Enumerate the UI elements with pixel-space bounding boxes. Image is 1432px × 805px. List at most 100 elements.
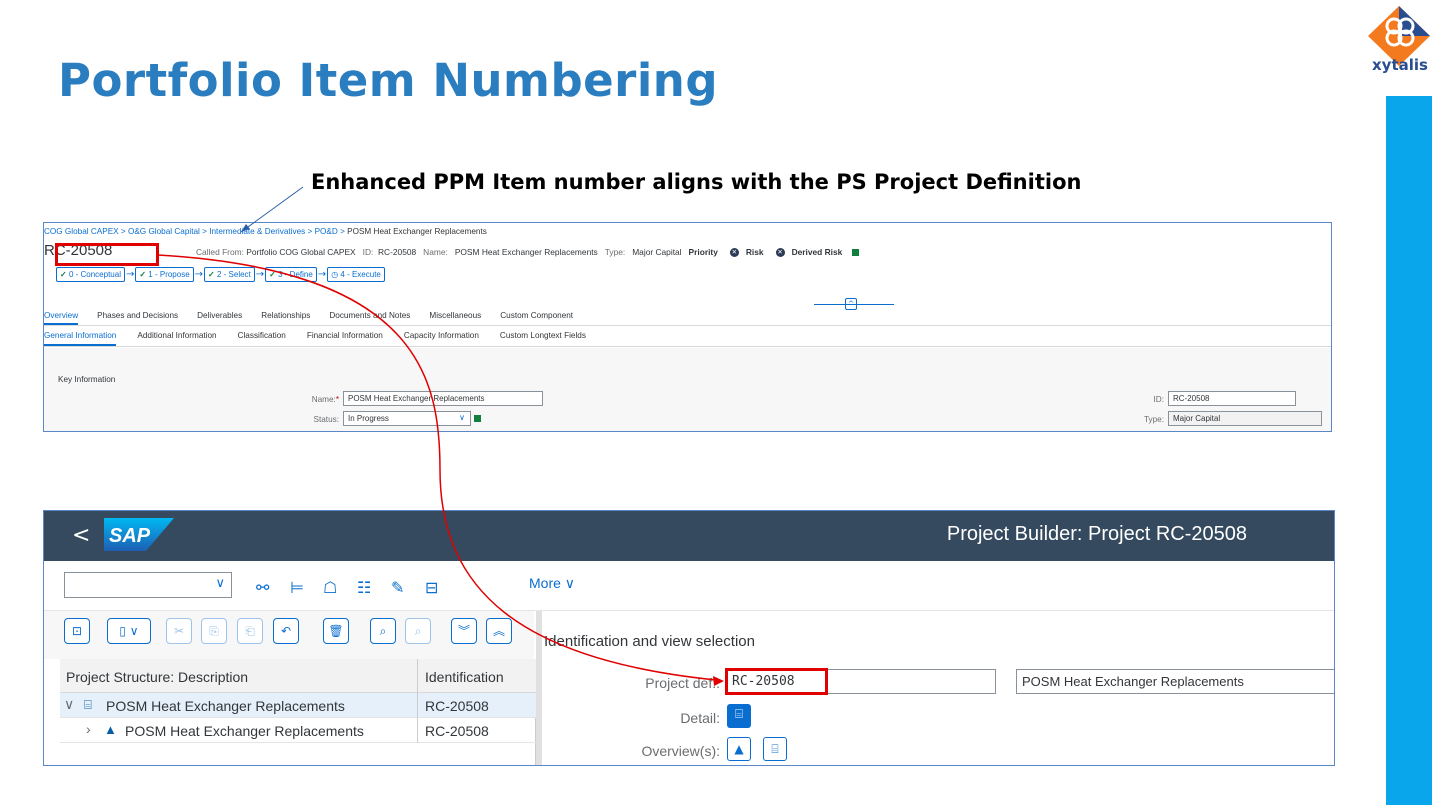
main-tab-bar: Overview Phases and Decisions Deliverabl… [44, 311, 1331, 326]
tab-overview[interactable]: Overview [44, 311, 79, 325]
column-separator [417, 659, 418, 693]
id-label: ID: [362, 247, 374, 257]
breadcrumb-current: POSM Heat Exchanger Replacements [347, 227, 487, 236]
expand-all-button[interactable]: ︾ [451, 618, 477, 644]
search-next-button[interactable]: ⌕ [405, 618, 431, 644]
tree-row-identification: RC-20508 [425, 723, 489, 739]
priority-label: Priority [688, 247, 718, 257]
phase-label: 2 - Select [216, 270, 251, 279]
collapse-all-button[interactable]: ︽ [486, 618, 512, 644]
status-field-label: Status: [313, 415, 340, 424]
command-field-dropdown[interactable]: ∨ [64, 572, 232, 598]
overview-wbs-button[interactable]: ▲ [727, 737, 751, 761]
check-icon: ✓ [269, 270, 276, 279]
check-icon: ✓ [60, 270, 67, 279]
name-field[interactable]: POSM Heat Exchanger Replacements [343, 391, 543, 406]
phase-2-button[interactable]: ✓ 2 - Select [204, 267, 255, 282]
search-button[interactable]: ⌕ [370, 618, 396, 644]
tab-miscellaneous[interactable]: Miscellaneous [429, 311, 481, 325]
tree-row-project[interactable]: ∨ ⌸ POSM Heat Exchanger Replacements RC-… [60, 693, 536, 718]
status-indicator-icon [474, 415, 481, 422]
breadcrumb-link[interactable]: PO&D [315, 227, 338, 236]
detail-heading: Identification and view selection [544, 633, 755, 650]
name-label: Name: [423, 247, 448, 257]
open-structure-button[interactable]: ⊡ [64, 618, 90, 644]
collapse-header-button[interactable]: ^ [845, 298, 857, 310]
item-header-attributes: Called From: Portfolio COG Global CAPEX … [196, 247, 860, 258]
project-description-field[interactable]: POSM Heat Exchanger Replacements [1016, 669, 1334, 694]
phase-4-button[interactable]: ◷ 4 - Execute [327, 267, 385, 282]
status-select[interactable]: In Progress ∨ [343, 411, 471, 426]
sub-tab-bar: General Information Additional Informati… [44, 331, 1331, 347]
chevron-down-icon[interactable]: ∨ [64, 696, 74, 713]
detail-pane: Identification and view selection Projec… [542, 611, 1334, 765]
tab-deliverables[interactable]: Deliverables [197, 311, 242, 325]
chevron-right-icon[interactable]: › [86, 721, 91, 737]
tab-documents-and-notes[interactable]: Documents and Notes [329, 311, 410, 325]
subtab-financial-information[interactable]: Financial Information [307, 331, 383, 346]
clock-icon: ◷ [331, 270, 339, 279]
tree-row-wbs-element[interactable]: › ▲ POSM Heat Exchanger Replacements RC-… [60, 718, 536, 743]
column-identification-header: Identification [425, 669, 504, 685]
edit-link-icon[interactable]: ⚯ [256, 578, 269, 597]
phase-1-button[interactable]: ✓ 1 - Propose [135, 267, 194, 282]
overview-label: Overview(s): [641, 743, 720, 759]
structure-icon[interactable]: ☖ [323, 578, 337, 597]
detail-project-button[interactable]: ⌸ [727, 704, 751, 728]
phase-0-button[interactable]: ✓ 0 - Conceptual [56, 267, 125, 282]
more-menu-button[interactable]: More ∨ [529, 575, 575, 592]
phase-label: 3 - Define [278, 270, 313, 279]
create-button[interactable]: ▯ ∨ [107, 618, 151, 644]
phase-3-button[interactable]: ✓ 3 - Define [265, 267, 317, 282]
breadcrumb-separator: > [118, 227, 128, 236]
breadcrumb-link[interactable]: Intermediate & Derivatives [209, 227, 305, 236]
paste-button[interactable]: ⎗ [237, 618, 263, 644]
breadcrumb-link[interactable]: O&G Global Capital [128, 227, 200, 236]
overview-icon[interactable]: ⊟ [425, 578, 438, 597]
phase-label: 0 - Conceptual [68, 270, 121, 279]
project-definition-icon: ⌸ [771, 742, 779, 756]
subtab-classification[interactable]: Classification [238, 331, 286, 346]
risk-x-icon: ✕ [775, 248, 785, 258]
overview-project-button[interactable]: ⌸ [763, 737, 787, 761]
subtab-additional-information[interactable]: Additional Information [137, 331, 216, 346]
breadcrumb-link[interactable]: COG Global CAPEX [44, 227, 119, 236]
hierarchy-list-icon[interactable]: ⊨ [290, 578, 304, 597]
back-icon[interactable]: < [72, 523, 90, 548]
chevron-down-icon: ∨ [215, 576, 225, 591]
subtab-general-information[interactable]: General Information [44, 331, 117, 346]
project-structure-tree: Project Structure: Description Identific… [60, 659, 536, 765]
copy-button[interactable]: ⎘ [201, 618, 227, 644]
network-icon[interactable]: ☷ [357, 578, 371, 597]
delete-button[interactable]: 🗑 [323, 618, 349, 644]
undo-button[interactable]: ↶ [273, 618, 299, 644]
arrow-right-icon: → [317, 269, 327, 280]
phase-bar: ✓ 0 - Conceptual → ✓ 1 - Propose → ✓ 2 - S… [56, 267, 385, 282]
derived-risk-status-icon [852, 249, 860, 257]
detail-label: Detail: [680, 710, 720, 726]
sap-screenshot-panel: < SAP Project Builder: Project RC-20508 … [43, 510, 1335, 766]
tab-custom-component[interactable]: Custom Component [500, 311, 573, 325]
tab-phases-and-decisions[interactable]: Phases and Decisions [97, 311, 178, 325]
tree-row-description: POSM Heat Exchanger Replacements [125, 723, 364, 739]
column-separator [417, 693, 418, 718]
tab-relationships[interactable]: Relationships [261, 311, 310, 325]
project-def-label: Project def.: [645, 675, 720, 691]
project-definition-icon: ⌸ [735, 707, 743, 722]
subtab-custom-longtext-fields[interactable]: Custom Longtext Fields [500, 331, 586, 346]
id-field[interactable]: RC-20508 [1168, 391, 1296, 406]
type-label: Type: [604, 247, 626, 257]
id-value: RC-20508 [378, 247, 417, 257]
sap-logo-text: SAP [109, 525, 151, 547]
risk-label: Risk [745, 247, 764, 257]
column-description-header: Project Structure: Description [66, 669, 249, 685]
cut-button[interactable]: ✂ [166, 618, 192, 644]
edit-document-icon[interactable]: ✎ [391, 578, 404, 597]
subtab-capacity-information[interactable]: Capacity Information [404, 331, 479, 346]
breadcrumb: COG Global CAPEX > O&G Global Capital > … [44, 227, 487, 236]
slide-title: Portfolio Item Numbering [58, 54, 719, 107]
id-field-label: ID: [1153, 395, 1164, 404]
sap-logo: SAP [104, 518, 174, 551]
structure-toolbar: ⊡ ▯ ∨ ✂ ⎘ ⎗ ↶ 🗑 ⌕ ⌕ ︾ ︽ [44, 611, 534, 659]
shell-title: Project Builder: Project RC-20508 [946, 523, 1247, 545]
